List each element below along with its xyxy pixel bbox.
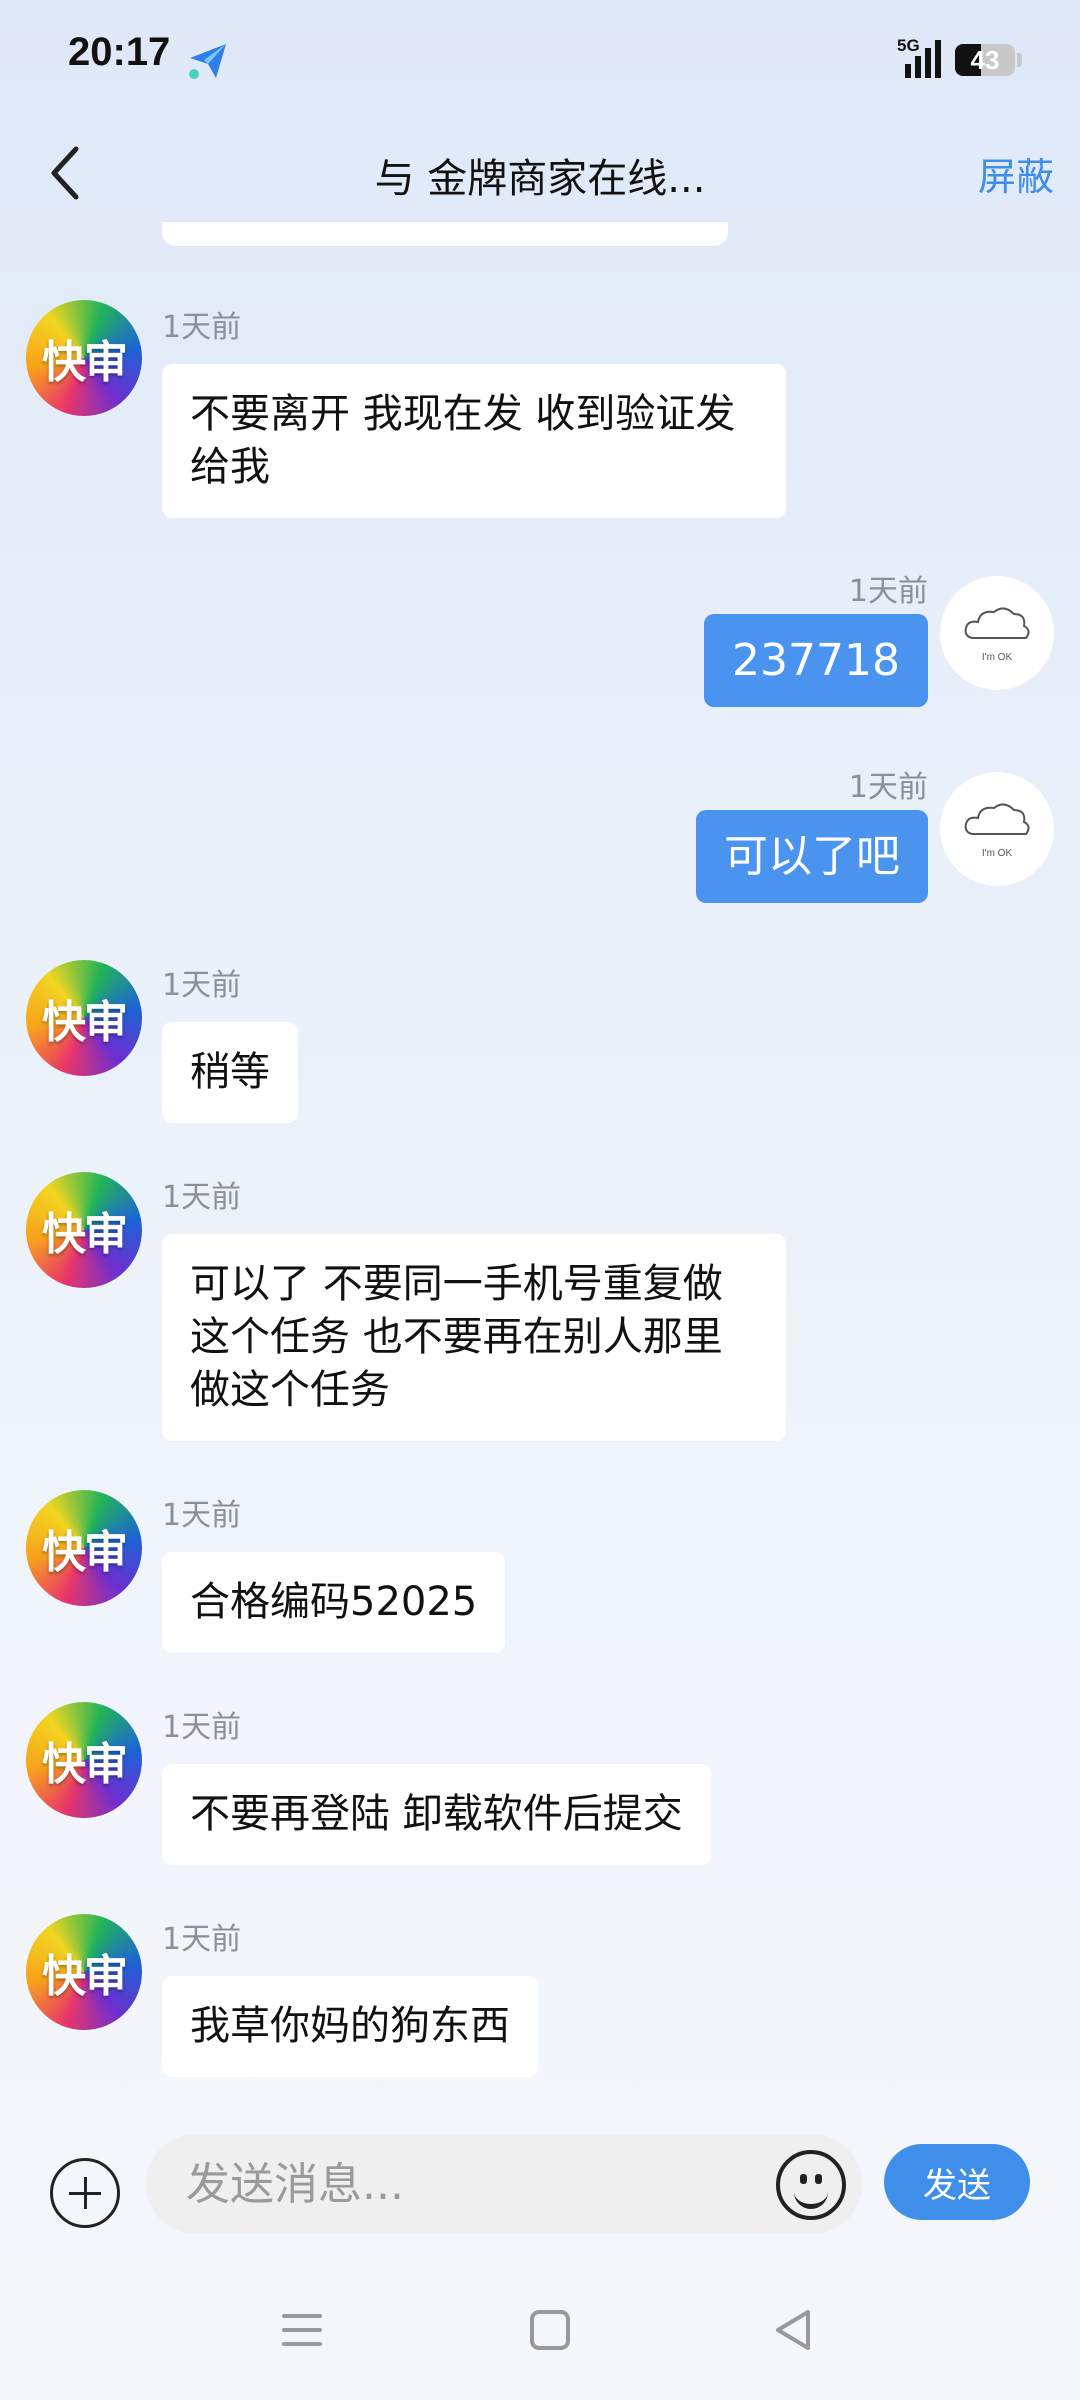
message-time: 1天前 [162, 1498, 242, 1533]
message-time: 1天前 [848, 770, 928, 805]
message-input[interactable] [146, 2134, 862, 2234]
message-time: 1天前 [162, 1710, 242, 1745]
chat-header: 与 金牌商家在线... 屏蔽 [0, 120, 1080, 230]
incoming-message[interactable]: 不要再登陆 卸载软件后提交 [162, 1764, 711, 1865]
signal-icon: 5G [885, 36, 945, 82]
merchant-avatar[interactable]: 快审 [26, 1702, 142, 1818]
user-avatar[interactable]: I'm OK [940, 576, 1054, 690]
back-triangle-icon[interactable] [764, 2300, 824, 2360]
system-nav-bar [0, 2290, 1080, 2370]
block-button[interactable]: 屏蔽 [978, 146, 1054, 201]
send-button[interactable]: 发送 [884, 2144, 1030, 2220]
menu-icon[interactable] [272, 2300, 332, 2360]
avatar-caption: I'm OK [982, 848, 1013, 859]
status-time: 20:17 [68, 30, 171, 74]
message-time: 1天前 [162, 1922, 242, 1957]
status-indicators: 5G 43 [885, 36, 1022, 82]
outgoing-message[interactable]: 237718 [704, 614, 928, 707]
battery-icon: 43 [955, 44, 1015, 76]
incoming-message[interactable]: 不要离开 我现在发 收到验证发给我 [162, 364, 786, 518]
incoming-message[interactable]: 可以了 不要同一手机号重复做这个任务 也不要再在别人那里做这个任务 [162, 1234, 786, 1441]
incoming-message[interactable]: 合格编码52025 [162, 1552, 506, 1653]
previous-message-bubble [162, 222, 728, 246]
user-avatar[interactable]: I'm OK [940, 772, 1054, 886]
incoming-message[interactable]: 我草你妈的狗东西 [162, 1976, 538, 2077]
status-bar: 20:17 5G 43 [0, 0, 1080, 120]
back-button[interactable] [36, 138, 96, 208]
merchant-avatar[interactable]: 快审 [26, 1490, 142, 1606]
message-time: 1天前 [162, 968, 242, 1003]
plus-circle-icon[interactable] [50, 2158, 120, 2228]
input-bar: 发送 [0, 2120, 1080, 2250]
chevron-left-icon [51, 146, 79, 200]
chat-title: 与 金牌商家在线... [374, 156, 706, 202]
paper-plane-icon [186, 38, 230, 82]
merchant-avatar[interactable]: 快审 [26, 300, 142, 416]
outgoing-message[interactable]: 可以了吧 [696, 810, 928, 903]
smiley-icon[interactable] [776, 2150, 846, 2220]
incoming-message[interactable]: 稍等 [162, 1022, 298, 1123]
message-time: 1天前 [162, 310, 242, 345]
battery-level: 43 [970, 44, 1000, 75]
merchant-avatar[interactable]: 快审 [26, 1172, 142, 1288]
merchant-avatar[interactable]: 快审 [26, 960, 142, 1076]
message-time: 1天前 [848, 574, 928, 609]
message-time: 1天前 [162, 1180, 242, 1215]
avatar-caption: I'm OK [982, 652, 1013, 663]
home-square-icon[interactable] [520, 2300, 580, 2360]
merchant-avatar[interactable]: 快审 [26, 1914, 142, 2030]
